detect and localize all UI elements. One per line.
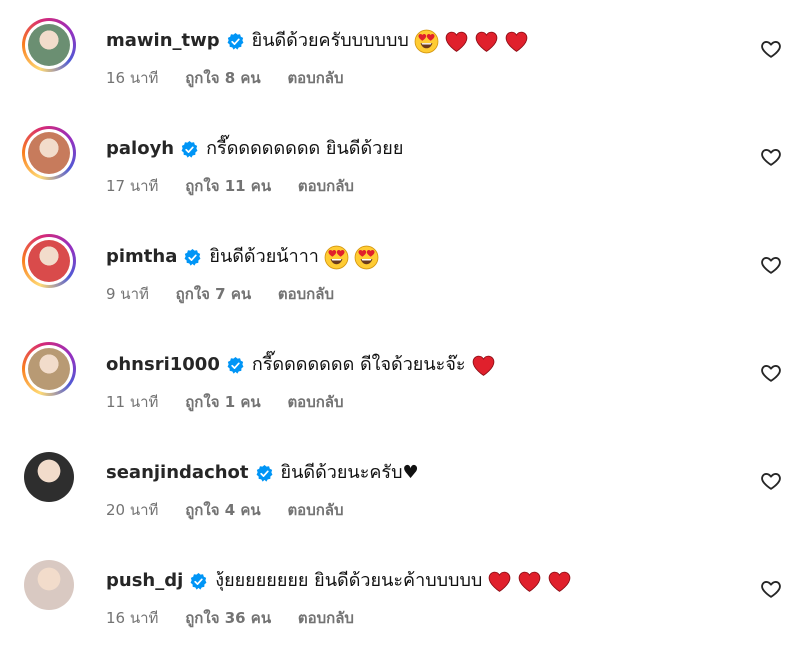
reply-button[interactable]: ตอบกลับ [287,501,343,519]
story-ring[interactable] [22,234,76,288]
verified-badge-icon [190,572,207,590]
comment-text: ยินดีด้วยนะครับ♥ [280,462,419,483]
reply-button[interactable]: ตอบกลับ [287,69,343,87]
heart-eyes-emoji-icon [354,245,379,270]
comment-item: mawin_twp ยินดีด้วยครับบบบบบ 16 นาที ถูก… [0,0,800,108]
reply-button[interactable]: ตอบกลับ [287,393,343,411]
verified-badge-icon [227,32,244,50]
username[interactable]: mawin_twp [106,28,220,54]
comment-text: ยินดีด้วยครับบบบบบ [251,30,409,51]
avatar-frame[interactable] [22,450,76,504]
red-heart-emoji-icon [445,31,468,52]
avatar[interactable] [28,240,70,282]
like-heart-icon[interactable] [760,578,782,600]
likes-count[interactable]: ถูกใจ 11 คน [185,177,271,195]
comment-item: pimtha ยินดีด้วยน้าาา 9 นาที ถูกใจ 7 คน … [0,216,800,324]
comment-text: กรี๊ดดดดดดดด ยินดีด้วยย [206,138,404,159]
like-heart-icon[interactable] [760,362,782,384]
reply-button[interactable]: ตอบกลับ [298,177,354,195]
heart-eyes-emoji-icon [324,245,349,270]
avatar[interactable] [24,560,74,610]
emoji-group [319,244,379,270]
likes-count[interactable]: ถูกใจ 36 คน [185,609,271,627]
avatar[interactable] [24,452,74,502]
red-heart-emoji-icon [548,571,571,592]
verified-badge-icon [181,140,198,158]
reply-button[interactable]: ตอบกลับ [298,609,354,627]
red-heart-emoji-icon [505,31,528,52]
comment-time[interactable]: 11 นาที [106,393,158,411]
avatar[interactable] [28,24,70,66]
emoji-group [482,568,572,594]
emoji-group [466,352,496,378]
red-heart-emoji-icon [472,355,494,376]
comment-time[interactable]: 17 นาที [106,177,158,195]
like-heart-icon[interactable] [760,254,782,276]
username[interactable]: paloyh [106,136,174,162]
username[interactable]: seanjindachot [106,460,249,486]
reply-button[interactable]: ตอบกลับ [278,285,334,303]
emoji-group [409,28,529,54]
red-heart-emoji-icon [475,31,498,52]
comment-time[interactable]: 20 นาที [106,501,158,519]
story-ring[interactable] [22,18,76,72]
comment-item: ohnsri1000 กรี๊ดดดดดดด ดีใจด้วยนะจ๊ะ 11 … [0,324,800,432]
likes-count[interactable]: ถูกใจ 1 คน [185,393,260,411]
avatar-frame[interactable] [22,558,76,612]
like-heart-icon[interactable] [760,38,782,60]
likes-count[interactable]: ถูกใจ 8 คน [185,69,260,87]
story-ring[interactable] [22,342,76,396]
likes-count[interactable]: ถูกใจ 4 คน [185,501,260,519]
avatar[interactable] [28,348,70,390]
verified-badge-icon [256,464,272,482]
comment-item: paloyh กรี๊ดดดดดดดด ยินดีด้วยย 17 นาที ถ… [0,108,800,216]
verified-badge-icon [227,356,244,374]
comment-time[interactable]: 16 นาที [106,69,158,87]
like-heart-icon[interactable] [760,470,782,492]
avatar[interactable] [28,132,70,174]
comment-text: งุ้ยยยยยยยย ยินดีด้วยนะค้าบบบบบ [215,570,483,591]
red-heart-emoji-icon [488,571,511,592]
heart-eyes-emoji-icon [414,29,439,54]
comment-item: push_dj งุ้ยยยยยยยย ยินดีด้วยนะค้าบบบบบ … [0,540,800,648]
username[interactable]: ohnsri1000 [106,352,220,378]
red-heart-emoji-icon [518,571,541,592]
comment-time[interactable]: 9 นาที [106,285,149,303]
comment-text: ยินดีด้วยน้าาา [209,246,319,267]
comment-time[interactable]: 16 นาที [106,609,158,627]
verified-badge-icon [184,248,201,266]
likes-count[interactable]: ถูกใจ 7 คน [176,285,251,303]
comment-item: seanjindachot ยินดีด้วยนะครับ♥ 20 นาที ถ… [0,432,800,540]
like-heart-icon[interactable] [760,146,782,168]
comment-text: กรี๊ดดดดดดด ดีใจด้วยนะจ๊ะ [251,354,466,375]
username[interactable]: pimtha [106,244,177,270]
username[interactable]: push_dj [106,568,183,594]
story-ring[interactable] [22,126,76,180]
